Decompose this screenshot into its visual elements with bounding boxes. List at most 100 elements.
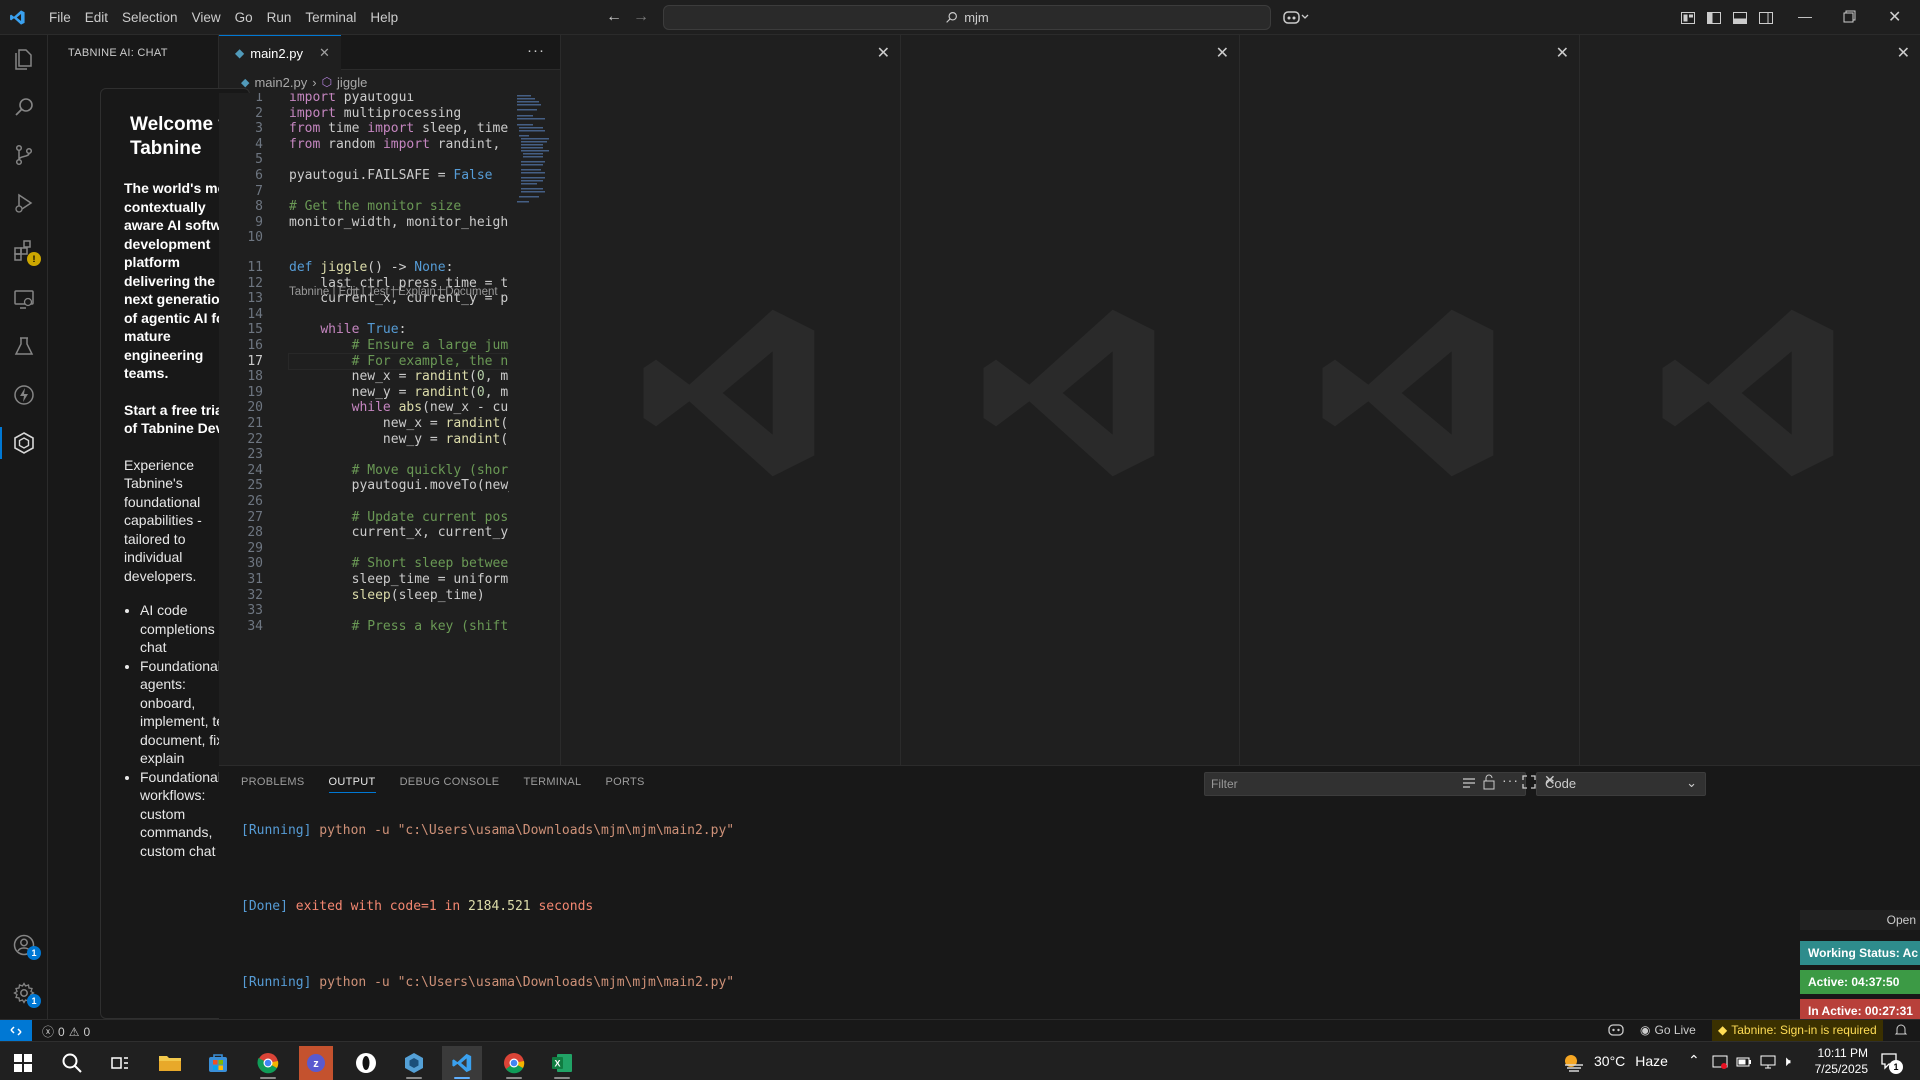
close-group-icon[interactable]: ✕ [1897,43,1910,63]
minimap[interactable] [509,93,560,765]
back-arrow-icon[interactable]: ← [606,9,622,25]
restore-icon[interactable] [1843,10,1856,23]
network-icon[interactable] [1760,1054,1776,1070]
clear-output-icon[interactable] [1461,775,1477,791]
chrome-icon[interactable] [250,1046,286,1080]
tab-terminal[interactable]: TERMINAL [523,776,581,793]
editor-group-5[interactable]: ✕ [1579,35,1920,765]
vscode-watermark-icon [971,293,1171,493]
close-panel-icon[interactable]: ✕ [1544,772,1556,789]
breadcrumb-file[interactable]: main2.py [254,75,307,90]
vs-app-icon[interactable] [396,1046,432,1080]
toggle-panel-icon[interactable] [1732,10,1748,26]
menu-help[interactable]: Help [363,0,405,35]
ai-assistant-icon[interactable] [348,1046,384,1080]
close-window-icon[interactable]: ✕ [1888,7,1901,27]
toggle-primary-sidebar-icon[interactable] [1706,10,1722,26]
source-control-icon[interactable] [8,139,40,171]
line-number: 20 [247,400,263,416]
chrome-profile-icon[interactable] [496,1046,532,1080]
go-live-button[interactable]: ◉ Go Live [1640,1023,1696,1037]
run-debug-icon[interactable] [8,187,40,219]
code-line: import pyautogui [289,93,415,105]
explorer-icon[interactable] [8,43,40,75]
toggle-secondary-sidebar-icon[interactable] [1758,10,1774,26]
weather-widget[interactable]: 30°C Haze [1594,1053,1668,1069]
tab-debug-console[interactable]: DEBUG CONSOLE [400,776,500,793]
more-actions-icon[interactable]: ··· [527,42,545,59]
panel-more-icon[interactable]: ··· [1502,772,1519,788]
editor-group-2[interactable]: ✕ [560,35,900,765]
notifications-bell-icon[interactable] [1894,1023,1908,1037]
forward-arrow-icon[interactable]: → [633,9,649,25]
customize-layout-icon[interactable] [1680,10,1696,26]
tab-output[interactable]: OUTPUT [328,776,376,793]
vscode-taskbar-icon[interactable] [442,1046,482,1080]
menu-file[interactable]: File [42,0,78,35]
close-group-icon[interactable]: ✕ [1556,43,1569,63]
symbol-function-icon: ⬡ [321,75,333,89]
excel-icon[interactable]: X [544,1046,580,1080]
remote-indicator-icon[interactable] [0,1020,32,1042]
menu-run[interactable]: Run [260,0,299,35]
menu-go[interactable]: Go [228,0,260,35]
output-log[interactable]: [Running] python -u "c:\Users\usama\Down… [241,802,734,1030]
code-line: while True: [320,322,407,338]
lock-scroll-icon[interactable] [1481,774,1497,790]
testing-icon[interactable] [8,331,40,363]
code-line: while abs(new_x - cur [351,400,516,416]
defender-tray-icon[interactable] [1712,1054,1728,1070]
clock[interactable]: 10:11 PM 7/25/2025 [1808,1045,1868,1077]
problems-summary[interactable]: ⓧ 0 ⚠ 0 [42,1023,90,1040]
code-line: monitor_width, monitor_heigh [289,214,509,230]
close-tab-icon[interactable]: ✕ [319,45,330,61]
editor-group-4[interactable]: ✕ [1239,35,1579,765]
taskbar-search-icon[interactable] [54,1046,90,1080]
code-line: # Move quickly (short [289,462,516,478]
battery-icon[interactable] [1736,1054,1752,1070]
output-line: [Running] python -u "c:\Users\usama\Down… [241,823,735,838]
menu-selection[interactable]: Selection [115,0,185,35]
notification-center-icon[interactable]: 1 [1880,1052,1903,1074]
settings-gear-icon[interactable]: 1 [8,977,41,1009]
remote-explorer-icon[interactable] [8,283,40,315]
copilot-status-icon[interactable] [1608,1023,1624,1037]
tab-main2-py[interactable]: ◆ main2.py ✕ [219,35,341,70]
output-filter-input[interactable]: Filter [1204,772,1526,796]
accounts-icon[interactable]: 1 [8,929,41,961]
line-number: 30 [247,556,263,572]
minimize-icon[interactable]: — [1798,8,1812,24]
search-icon[interactable] [8,91,40,123]
volume-muted-icon[interactable]: 🕨 [1782,1053,1791,1070]
open-button[interactable]: Open [1800,910,1920,930]
extensions-icon[interactable]: ! [8,235,41,267]
windows-start-icon[interactable] [5,1046,41,1080]
chevron-up-icon[interactable]: ⌃ [1688,1052,1700,1069]
maximize-panel-icon[interactable] [1522,775,1536,789]
lightning-icon[interactable] [8,379,40,411]
tabnine-codelens[interactable]: Tabnine | Edit | Test | Explain | Docume… [289,286,498,298]
output-channel-select[interactable]: Code ⌄ [1536,772,1706,796]
menu-terminal[interactable]: Terminal [298,0,363,35]
command-center-search[interactable]: mjm [663,5,1271,30]
weather-icon[interactable] [1562,1052,1586,1072]
zoho-app-icon[interactable]: z [298,1046,334,1080]
menu-view[interactable]: View [185,0,228,35]
close-group-icon[interactable]: ✕ [877,43,890,63]
accounts-badge: 1 [27,946,41,960]
microsoft-store-icon[interactable] [200,1046,236,1080]
breadcrumb-symbol[interactable]: jiggle [337,75,367,90]
tab-ports[interactable]: PORTS [605,776,644,793]
tab-problems[interactable]: PROBLEMS [241,776,305,793]
task-view-icon[interactable] [102,1046,138,1080]
editor-group-3[interactable]: ✕ [900,35,1239,765]
vscode-watermark-icon [631,293,831,493]
copilot-icon[interactable] [1283,9,1309,25]
tabnine-status[interactable]: ◆ Tabnine: Sign-in is required [1712,1020,1883,1041]
running-indicator [506,1077,522,1079]
line-number: 7 [255,183,263,199]
tabnine-icon[interactable] [8,427,40,459]
file-explorer-icon[interactable] [152,1046,188,1080]
menu-edit[interactable]: Edit [78,0,115,35]
close-group-icon[interactable]: ✕ [1216,43,1229,63]
